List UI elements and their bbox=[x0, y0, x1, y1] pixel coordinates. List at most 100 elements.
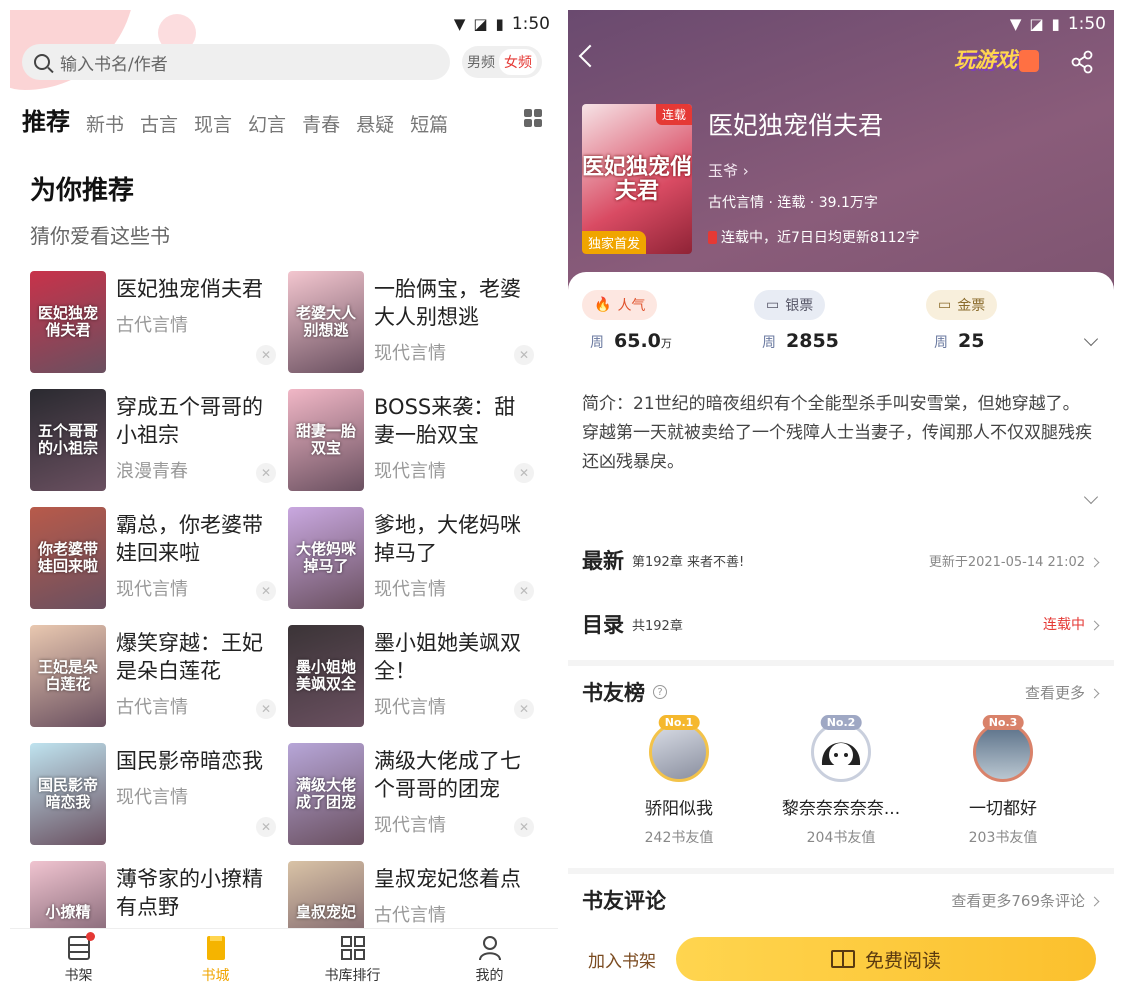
nav-bookshelf[interactable]: 书架 bbox=[10, 929, 147, 990]
tab-new[interactable]: 新书 bbox=[86, 110, 124, 137]
gender-switch[interactable]: 男频 女频 bbox=[462, 46, 542, 78]
dismiss-icon[interactable]: ✕ bbox=[514, 345, 534, 365]
fan-rank-item[interactable]: No.2 黎奈奈奈奈奈... 204书友值 bbox=[766, 715, 916, 847]
dismiss-icon[interactable]: ✕ bbox=[256, 581, 276, 601]
book-card[interactable]: 大佬妈咪掉马了 爹地，大佬妈咪掉马了 现代言情 ✕ bbox=[288, 507, 546, 609]
bookshelf-icon bbox=[67, 931, 95, 961]
book-cover[interactable]: 墨小姐她美飒双全 bbox=[288, 625, 364, 727]
dismiss-icon[interactable]: ✕ bbox=[256, 345, 276, 365]
chevron-right-icon bbox=[1089, 557, 1100, 567]
fan-rank-item[interactable]: No.1 骄阳似我 242书友值 bbox=[604, 715, 754, 847]
book-card[interactable]: 王妃是朵白莲花 爆笑穿越：王妃是朵白莲花古代言情 ✕ bbox=[30, 625, 288, 727]
book-cover[interactable]: 你老婆带娃回来啦 bbox=[30, 507, 106, 609]
toc-row[interactable]: 目录 共192章 连载中 bbox=[582, 604, 1100, 644]
book-card[interactable]: 医妃独宠俏夫君 医妃独宠俏夫君 古代言情 ✕ bbox=[30, 271, 288, 373]
play-game-button[interactable]: 玩游戏 bbox=[954, 44, 1039, 74]
category-grid-icon[interactable] bbox=[524, 109, 542, 127]
clock: 1:50 bbox=[511, 14, 550, 34]
book-card[interactable]: 国民影帝暗恋我 国民影帝暗恋我 现代言情 ✕ bbox=[30, 743, 288, 845]
free-read-button[interactable]: 免费阅读 bbox=[676, 937, 1096, 981]
book-genre: 浪漫青春 bbox=[116, 461, 188, 482]
dismiss-icon[interactable]: ✕ bbox=[256, 699, 276, 719]
dismiss-icon[interactable]: ✕ bbox=[514, 699, 534, 719]
book-title: 穿成五个哥哥的小祖宗 bbox=[116, 395, 263, 447]
tab-mystery[interactable]: 悬疑 bbox=[356, 110, 394, 137]
author-link[interactable]: 玉爷 › bbox=[708, 160, 749, 181]
book-cover[interactable]: 国民影帝暗恋我 bbox=[30, 743, 106, 845]
book-card[interactable]: 墨小姐她美飒双全 墨小姐她美飒双全！ 现代言情 ✕ bbox=[288, 625, 546, 727]
book-genre: 现代言情 bbox=[374, 461, 446, 482]
dismiss-icon[interactable]: ✕ bbox=[514, 581, 534, 601]
ticket-icon: ▭ bbox=[766, 297, 780, 313]
tab-recommend[interactable]: 推荐 bbox=[22, 102, 70, 137]
tab-short[interactable]: 短篇 bbox=[410, 110, 448, 137]
nav-ranking[interactable]: 书库排行 bbox=[284, 929, 421, 990]
stat-silver-ticket[interactable]: ▭ 银票 周 2855 bbox=[754, 290, 926, 352]
notification-dot bbox=[85, 931, 95, 941]
stat-gold-ticket[interactable]: ▭ 金票 周 25 bbox=[926, 290, 1098, 352]
tab-ancient[interactable]: 古言 bbox=[140, 110, 178, 137]
book-cover[interactable]: 大佬妈咪掉马了 bbox=[288, 507, 364, 609]
search-input[interactable]: 输入书名/作者 bbox=[22, 44, 450, 80]
dismiss-icon[interactable]: ✕ bbox=[256, 463, 276, 483]
tab-youth[interactable]: 青春 bbox=[302, 110, 340, 137]
book-card[interactable]: 甜妻一胎双宝 BOSS来袭：甜妻一胎双宝 现代言情 ✕ bbox=[288, 389, 546, 491]
book-detail-screen: ▼ ◪ ▮ 1:50 玩游戏 医妃独宠俏夫君 连载 独家首发 医妃独宠俏夫君 玉… bbox=[568, 10, 1114, 990]
nav-label: 我的 bbox=[475, 967, 504, 984]
book-card[interactable]: 满级大佬成了团宠 满级大佬成了七个哥哥的团宠 现代言情 ✕ bbox=[288, 743, 546, 845]
book-card[interactable]: 老婆大人别想逃 一胎俩宝，老婆大人别想逃 现代言情 ✕ bbox=[288, 271, 546, 373]
serial-badge: 连载 bbox=[655, 104, 692, 125]
share-icon[interactable] bbox=[1070, 50, 1094, 74]
nav-mine[interactable]: 我的 bbox=[421, 929, 558, 990]
latest-chapter-row[interactable]: 最新 第192章 来者不善! 更新于2021-05-14 21:02 bbox=[582, 540, 1100, 580]
tab-fantasy[interactable]: 幻言 bbox=[248, 110, 286, 137]
book-cover[interactable]: 医妃独宠俏夫君 连载 独家首发 bbox=[582, 104, 692, 254]
book-cover[interactable]: 老婆大人别想逃 bbox=[288, 271, 364, 373]
book-title: 薄爷家的小撩精有点野 bbox=[116, 867, 263, 919]
add-to-shelf-button[interactable]: 加入书架 bbox=[568, 947, 676, 972]
book-title: 爆笑穿越：王妃是朵白莲花 bbox=[116, 631, 263, 683]
book-cover[interactable]: 五个哥哥的小祖宗 bbox=[30, 389, 106, 491]
dismiss-icon[interactable]: ✕ bbox=[514, 817, 534, 837]
silver-ticket-pill: ▭ 银票 bbox=[754, 290, 826, 320]
book-genre: 古代言情 bbox=[116, 697, 188, 718]
grid-icon bbox=[340, 935, 365, 961]
avatar: No.3 bbox=[973, 715, 1033, 782]
bottom-nav: 书架 书城 书库排行 我的 bbox=[10, 928, 558, 990]
book-title: 一胎俩宝，老婆大人别想逃 bbox=[374, 277, 521, 329]
battery-icon: ▮ bbox=[495, 15, 504, 33]
nav-bookstore[interactable]: 书城 bbox=[147, 929, 284, 990]
chevron-right-icon bbox=[1089, 896, 1100, 906]
book-cover[interactable]: 满级大佬成了团宠 bbox=[288, 743, 364, 845]
fan-rank-more[interactable]: 查看更多 bbox=[1025, 682, 1100, 703]
cartoon-avatar-icon bbox=[821, 742, 861, 767]
user-icon bbox=[478, 935, 502, 961]
chevron-right-icon bbox=[1089, 688, 1100, 698]
comments-more[interactable]: 查看更多769条评论 bbox=[951, 890, 1100, 911]
section-subtitle: 猜你爱看这些书 bbox=[30, 224, 170, 248]
gender-female[interactable]: 女频 bbox=[499, 49, 537, 75]
category-tabs: 推荐 新书 古言 现言 幻言 青春 悬疑 短篇 bbox=[22, 102, 448, 137]
book-cover[interactable]: 医妃独宠俏夫君 bbox=[30, 271, 106, 373]
expand-intro-icon[interactable] bbox=[1083, 489, 1099, 505]
tab-modern[interactable]: 现言 bbox=[194, 110, 232, 137]
status-bar: ▼ ◪ ▮ 1:50 bbox=[1010, 10, 1106, 38]
fan-rank-item[interactable]: No.3 一切都好 203书友值 bbox=[928, 715, 1078, 847]
divider bbox=[568, 868, 1114, 874]
dismiss-icon[interactable]: ✕ bbox=[256, 817, 276, 837]
dismiss-icon[interactable]: ✕ bbox=[514, 463, 534, 483]
book-card[interactable]: 你老婆带娃回来啦 霸总，你老婆带娃回来啦 现代言情 ✕ bbox=[30, 507, 288, 609]
book-cover[interactable]: 甜妻一胎双宝 bbox=[288, 389, 364, 491]
book-card[interactable]: 五个哥哥的小祖宗 穿成五个哥哥的小祖宗浪漫青春 ✕ bbox=[30, 389, 288, 491]
book-intro[interactable]: 简介：21世纪的暗夜组织有个全能型杀手叫安雪棠，但她穿越了。 穿越第一天就被卖给… bbox=[582, 390, 1092, 477]
help-icon[interactable]: ? bbox=[653, 685, 667, 699]
book-title: 墨小姐她美飒双全！ bbox=[374, 631, 521, 683]
fan-rank-list: No.1 骄阳似我 242书友值 No.2 黎奈奈奈奈奈... 204书友值 N… bbox=[568, 715, 1114, 847]
nav-label: 书库排行 bbox=[324, 967, 381, 984]
gender-male[interactable]: 男频 bbox=[467, 52, 495, 72]
stat-popularity[interactable]: 🔥 人气 周 65.0万 bbox=[582, 290, 754, 352]
book-cover[interactable]: 王妃是朵白莲花 bbox=[30, 625, 106, 727]
book-list: 医妃独宠俏夫君 医妃独宠俏夫君 古代言情 ✕ 老婆大人别想逃 一胎俩宝，老婆大人别… bbox=[30, 271, 546, 963]
nav-label: 书城 bbox=[201, 967, 230, 984]
avatar: No.2 bbox=[811, 715, 871, 782]
